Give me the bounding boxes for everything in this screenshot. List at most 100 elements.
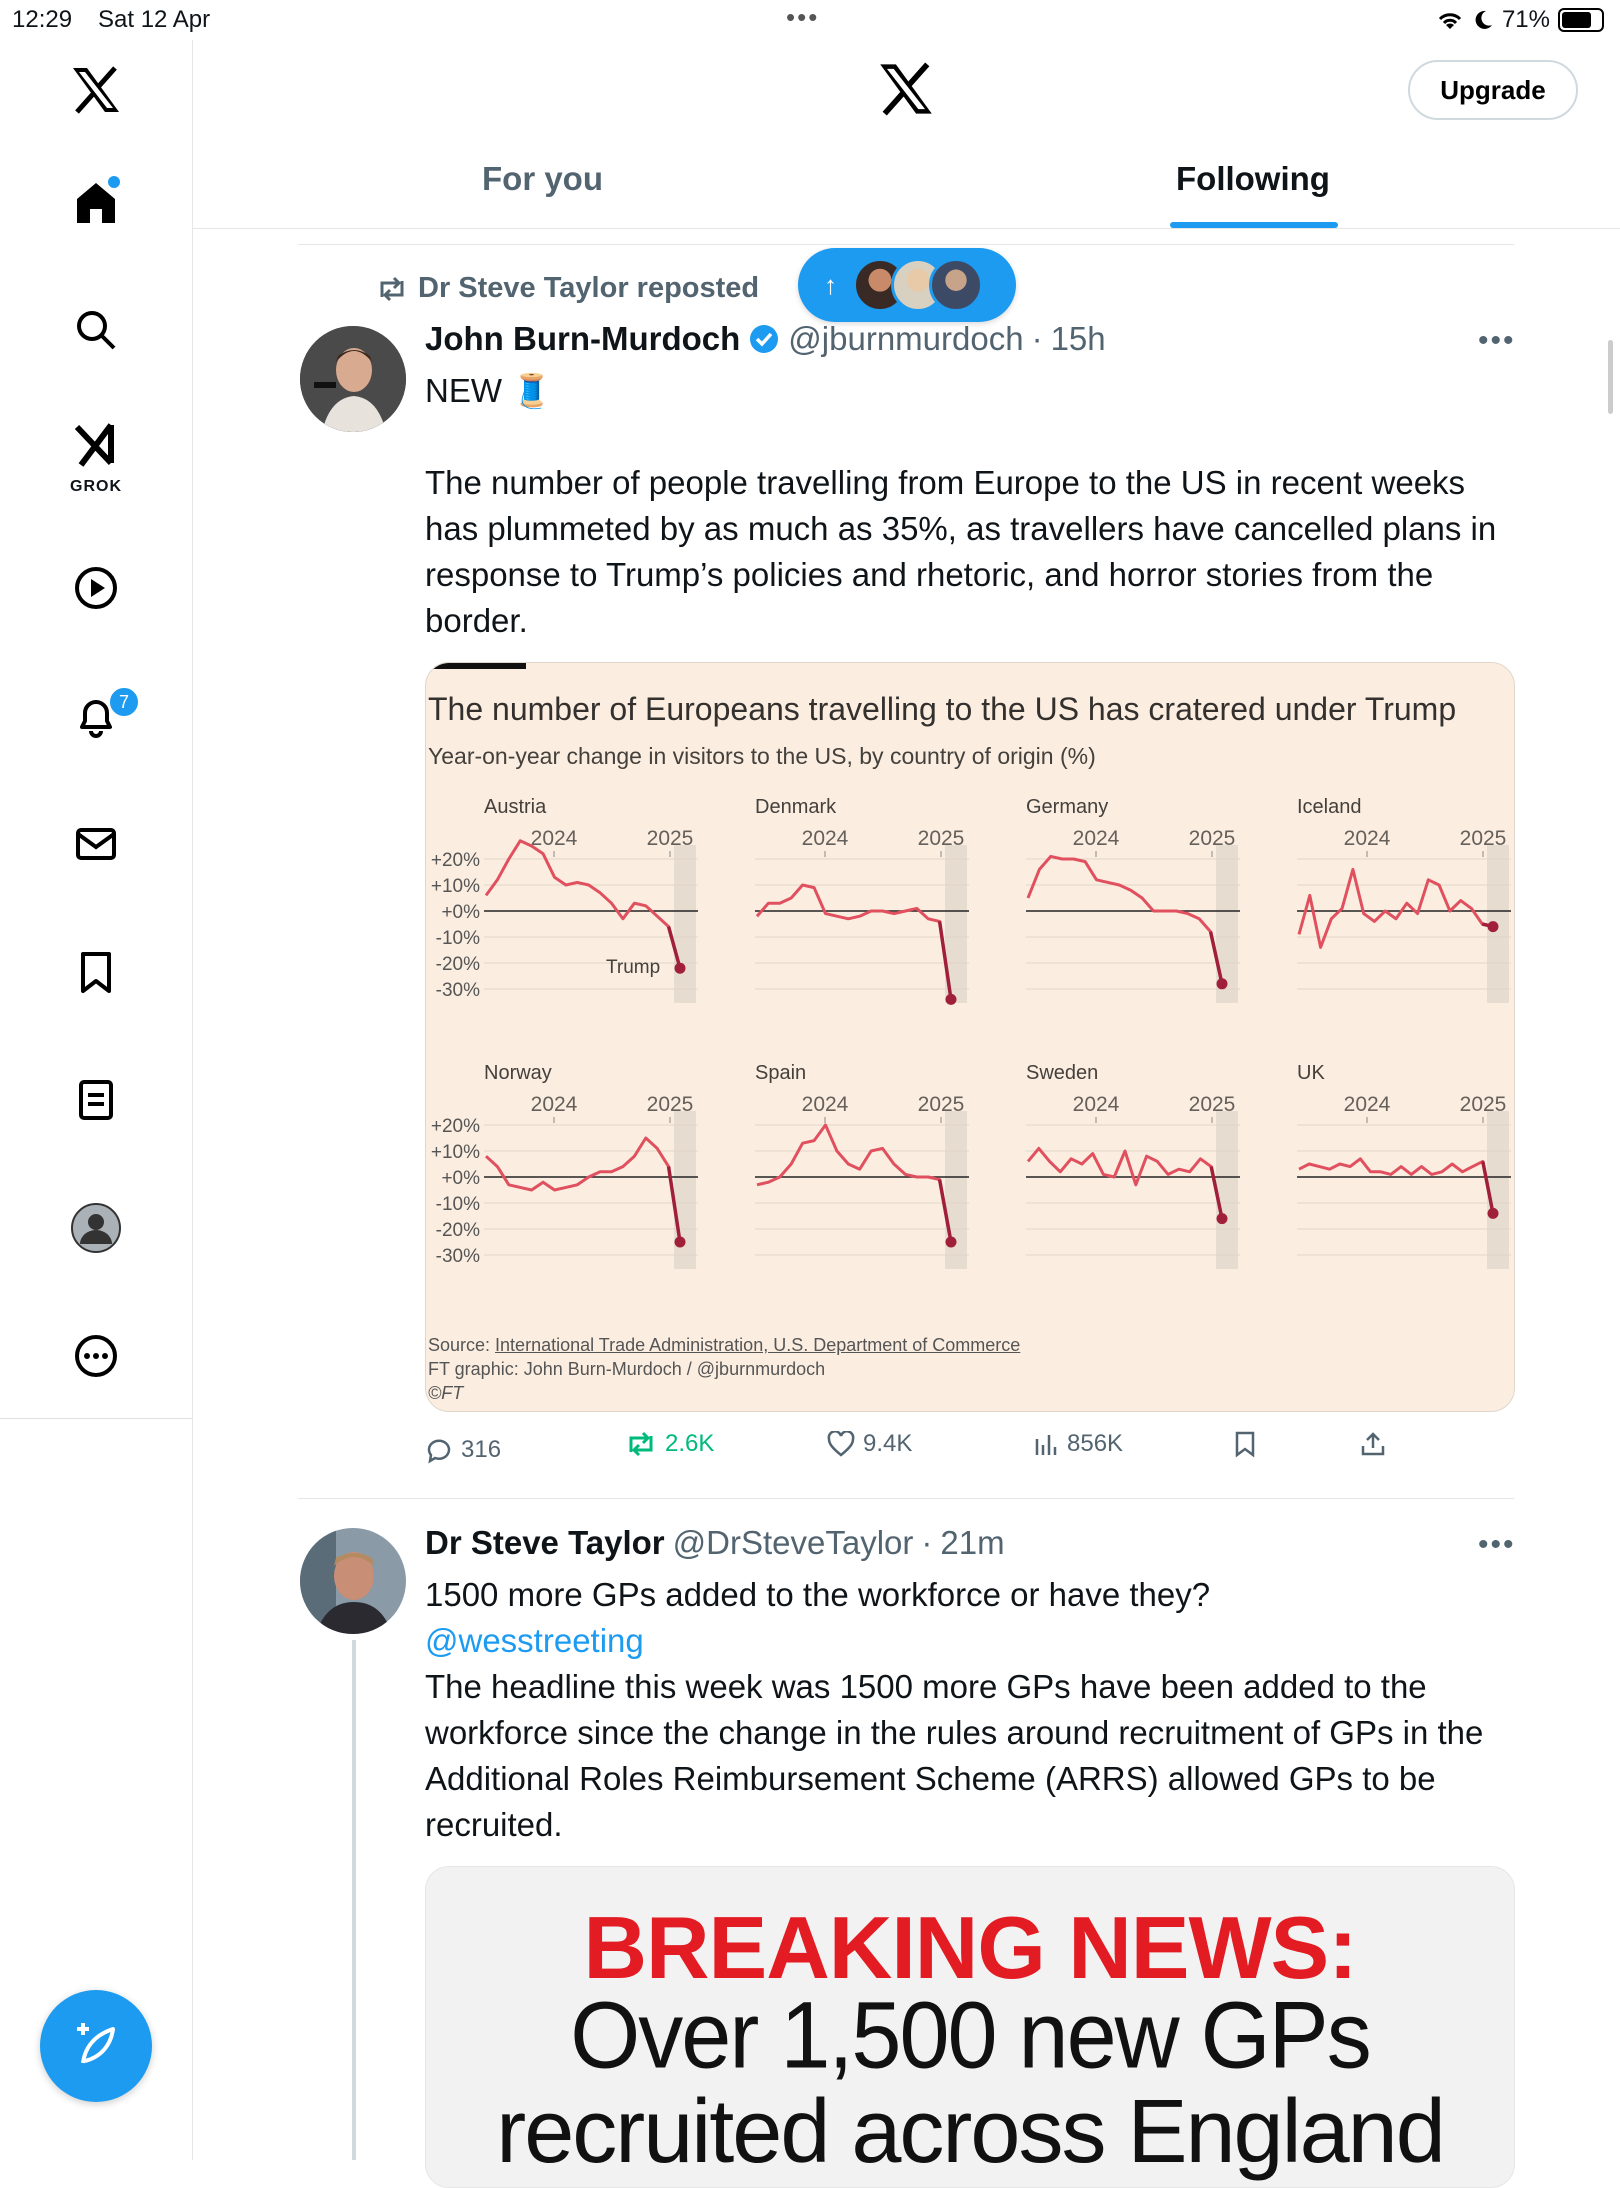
latest-point (674, 962, 686, 974)
views-icon (1035, 1435, 1057, 1455)
chart-image[interactable]: The number of Europeans travelling to th… (425, 662, 1515, 1412)
tweet-time[interactable]: 15h (1051, 320, 1106, 358)
wifi-icon (1438, 13, 1462, 29)
latest-point (674, 1236, 686, 1248)
x-tick-label: 2024 (1344, 1093, 1391, 1116)
home-dot-badge (106, 174, 122, 190)
repost-text: Dr Steve Taylor reposted (418, 272, 760, 304)
compose-button[interactable] (40, 1990, 152, 2102)
more-options-icon[interactable]: ••• (1478, 324, 1516, 358)
multitask-dots-icon[interactable]: ••• (786, 2, 819, 33)
battery-percent: 71% (1501, 6, 1550, 33)
trump-annotation: Trump (606, 957, 660, 978)
trump-period-band (674, 845, 696, 1003)
series-line (1026, 854, 1224, 985)
repost-count: 2.6K (665, 1430, 715, 1457)
chart-copyright: ©FT (428, 1383, 464, 1403)
panel-label: Spain (755, 1062, 806, 1084)
heart-icon (827, 1431, 855, 1457)
panel-label: Sweden (1026, 1062, 1098, 1084)
views-button[interactable]: 856K (1033, 1430, 1123, 1458)
notifications-badge: 7 (108, 686, 140, 718)
y-tick-label: -20% (436, 1220, 480, 1241)
messages-icon[interactable] (66, 814, 126, 874)
grok-icon[interactable] (66, 414, 126, 474)
tweet-time[interactable]: 21m (940, 1524, 1004, 1562)
series-line (484, 1136, 682, 1243)
panel-label: Norway (484, 1062, 552, 1084)
latest-point (945, 993, 957, 1005)
author-name[interactable]: Dr Steve Taylor (425, 1524, 665, 1562)
like-count: 9.4K (863, 1430, 913, 1457)
header-x-logo-icon[interactable] (878, 62, 934, 121)
more-icon[interactable] (66, 1326, 126, 1386)
trump-period-band (1216, 1111, 1238, 1269)
y-tick-label: +10% (431, 1142, 480, 1163)
bookmark-icon (1235, 1431, 1255, 1458)
reply-button[interactable]: 316 (425, 1436, 501, 1464)
latest-point (1487, 1207, 1499, 1219)
panel-label: Austria (484, 796, 547, 818)
views-count: 856K (1067, 1430, 1124, 1457)
thread-line (352, 1640, 356, 2160)
avatar[interactable] (300, 1528, 406, 1634)
bookmark-button[interactable] (1233, 1430, 1257, 1458)
small-multiples-chart: Austria2024 2025+20%+10%+0%-10%-20%-30%Tr… (431, 796, 1511, 1269)
bookmarks-icon[interactable] (66, 942, 126, 1002)
tweet-actions: 316 2.6K 9.4K 856K (425, 1430, 1515, 1470)
like-button[interactable]: 9.4K (827, 1430, 912, 1458)
upgrade-button[interactable]: Upgrade (1408, 60, 1578, 120)
series-line (1297, 867, 1494, 949)
x-logo-icon[interactable] (66, 60, 126, 120)
search-icon[interactable] (66, 300, 126, 360)
panel-label: Iceland (1297, 796, 1362, 818)
profile-icon[interactable] (66, 1198, 126, 1258)
notifications-icon[interactable]: 7 (66, 686, 140, 746)
x-tick-label: 2024 (802, 1093, 849, 1116)
y-tick-label: -20% (436, 954, 480, 975)
battery-icon (1558, 8, 1604, 32)
y-tick-label: +20% (431, 850, 480, 871)
lists-icon[interactable] (66, 1070, 126, 1130)
x-tick-label: 2024 (1073, 1093, 1120, 1116)
repost-indicator[interactable]: Dr Steve Taylor reposted (376, 272, 759, 305)
home-icon[interactable] (66, 172, 126, 232)
y-tick-label: -10% (436, 928, 480, 949)
repost-button[interactable]: 2.6K (625, 1430, 714, 1458)
arrow-up-icon: ↑ (824, 269, 837, 300)
y-tick-label: -10% (436, 1194, 480, 1215)
tweet-body: The number of people travelling from Eur… (425, 464, 1497, 639)
grok-label: GROK (70, 478, 122, 495)
repost-icon (629, 1431, 653, 1457)
panel-label: Germany (1026, 796, 1108, 818)
tab-for-you[interactable]: For you (482, 160, 603, 198)
series-line (484, 839, 682, 969)
author-name[interactable]: John Burn-Murdoch (425, 320, 740, 358)
source-link[interactable]: International Trade Administration, U.S.… (495, 1335, 1020, 1355)
reply-icon (427, 1439, 451, 1464)
series-line (1298, 1157, 1495, 1214)
tab-following[interactable]: Following (1176, 160, 1330, 198)
feed-divider (298, 244, 1514, 245)
author-handle[interactable]: @jburnmurdoch (788, 320, 1023, 358)
latest-point (945, 1236, 957, 1248)
latest-point (1216, 1213, 1228, 1225)
video-icon[interactable] (66, 558, 126, 618)
author-handle[interactable]: @DrSteveTaylor (673, 1524, 914, 1562)
more-options-icon[interactable]: ••• (1478, 1528, 1516, 1562)
moon-icon (1475, 10, 1492, 29)
share-button[interactable] (1359, 1430, 1387, 1458)
breaking-news-line2: Over 1,500 new GPs (570, 1983, 1371, 2089)
tweet-line1: NEW 🧵 (425, 372, 553, 409)
scrollbar[interactable] (1608, 340, 1613, 414)
verified-badge-icon (750, 325, 779, 353)
avatar[interactable] (300, 326, 406, 432)
mention-link[interactable]: @wesstreeting (425, 1618, 1515, 1664)
series-line (1026, 1146, 1224, 1219)
tweet-image[interactable]: BREAKING NEWS: Over 1,500 new GPs recrui… (425, 1866, 1515, 2188)
y-tick-label: -30% (436, 980, 480, 1001)
new-posts-pill[interactable]: ↑ (798, 248, 1016, 322)
y-tick-label: -30% (436, 1246, 480, 1267)
repost-icon (380, 276, 404, 301)
y-tick-label: +10% (431, 876, 480, 897)
